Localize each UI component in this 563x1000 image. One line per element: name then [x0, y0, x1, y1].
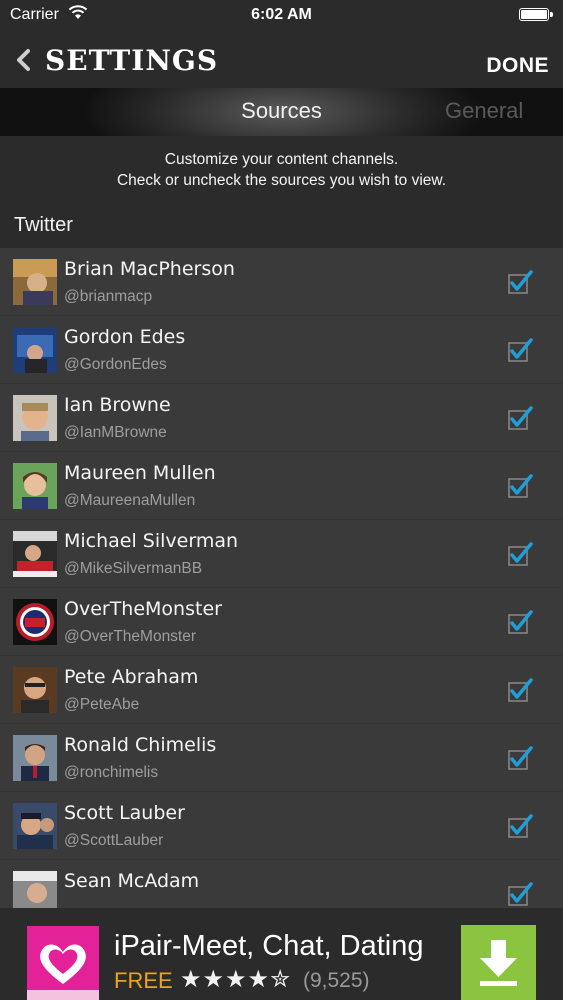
avatar	[13, 871, 57, 908]
ad-banner[interactable]: iPair-Meet, Chat, Dating FREE ★★★★✮ (9,5…	[0, 908, 563, 1000]
source-handle: @MaureenaMullen	[64, 492, 196, 509]
checkbox-checked-icon[interactable]	[507, 405, 533, 431]
checkbox-checked-icon[interactable]	[507, 677, 533, 703]
source-row-overthemonster[interactable]: OverTheMonster @OverTheMonster	[0, 588, 563, 656]
intro-line-1: Customize your content channels.	[164, 151, 399, 168]
source-list: Brian MacPherson @brianmacp Gordon Edes …	[0, 248, 563, 908]
source-handle: @MikeSilvermanBB	[64, 560, 203, 577]
chevron-left-icon[interactable]	[14, 48, 34, 72]
checkbox-checked-icon[interactable]	[507, 473, 533, 499]
source-row-sean-mcadam[interactable]: Sean McAdam	[0, 860, 563, 908]
source-name: Ian Browne	[64, 394, 171, 416]
source-handle: @IanMBrowne	[64, 424, 167, 441]
checkbox-checked-icon[interactable]	[507, 337, 533, 363]
source-name: Gordon Edes	[64, 326, 186, 348]
avatar	[13, 735, 57, 781]
checkbox-checked-icon[interactable]	[507, 881, 533, 907]
app-logo-icon	[27, 926, 99, 1000]
source-handle: @ScottLauber	[64, 832, 164, 849]
checkbox-checked-icon[interactable]	[507, 745, 533, 771]
battery-icon	[519, 8, 553, 21]
download-arrow-icon[interactable]	[461, 925, 536, 1000]
checkbox-checked-icon[interactable]	[507, 609, 533, 635]
tab-general[interactable]: General	[445, 98, 523, 124]
intro-line-2: Check or uncheck the sources you wish to…	[116, 172, 447, 189]
nav-bar: SETTINGS DONE	[0, 30, 563, 88]
source-handle: @OverTheMonster	[64, 628, 197, 645]
avatar	[13, 463, 57, 509]
source-name: Brian MacPherson	[64, 258, 235, 280]
source-name: Sean McAdam	[64, 870, 200, 892]
source-handle: @brianmacp	[64, 288, 153, 305]
source-handle: @ronchimelis	[64, 764, 159, 781]
ad-rating-count: (9,525)	[303, 969, 370, 992]
status-time: 6:02 AM	[251, 6, 312, 23]
avatar	[13, 599, 57, 645]
source-row-scott-lauber[interactable]: Scott Lauber @ScottLauber	[0, 792, 563, 860]
section-title: Twitter	[14, 214, 73, 236]
page-title: SETTINGS	[45, 44, 219, 77]
source-name: Ronald Chimelis	[64, 734, 217, 756]
star-rating-icon: ★★★★✮	[180, 966, 292, 993]
ad-price: FREE	[114, 968, 173, 993]
avatar	[13, 531, 57, 577]
avatar	[13, 803, 57, 849]
avatar	[13, 259, 57, 305]
source-handle: @GordonEdes	[64, 356, 167, 373]
checkbox-checked-icon[interactable]	[507, 813, 533, 839]
avatar	[13, 667, 57, 713]
source-row-ian-browne[interactable]: Ian Browne @IanMBrowne	[0, 384, 563, 452]
checkbox-checked-icon[interactable]	[507, 541, 533, 567]
source-row-maureen-mullen[interactable]: Maureen Mullen @MaureenaMullen	[0, 452, 563, 520]
source-name: Pete Abraham	[64, 666, 199, 688]
source-name: OverTheMonster	[64, 598, 222, 620]
source-row-gordon-edes[interactable]: Gordon Edes @GordonEdes	[0, 316, 563, 384]
source-row-ronald-chimelis[interactable]: Ronald Chimelis @ronchimelis	[0, 724, 563, 792]
source-name: Maureen Mullen	[64, 462, 216, 484]
source-row-michael-silverman[interactable]: Michael Silverman @MikeSilvermanBB	[0, 520, 563, 588]
avatar	[13, 395, 57, 441]
avatar	[13, 327, 57, 373]
checkbox-checked-icon[interactable]	[507, 269, 533, 295]
source-row-brian-macpherson[interactable]: Brian MacPherson @brianmacp	[0, 248, 563, 316]
source-name: Michael Silverman	[64, 530, 239, 552]
intro-text: Customize your content channels. Check o…	[0, 136, 563, 200]
ad-title: iPair-Meet, Chat, Dating	[114, 930, 424, 962]
section-header: Twitter	[0, 200, 563, 248]
status-bar: Carrier 6:02 AM	[0, 0, 563, 30]
segment-tabs: Sources General	[0, 88, 563, 136]
source-row-pete-abraham[interactable]: Pete Abraham @PeteAbe	[0, 656, 563, 724]
source-handle: @PeteAbe	[64, 696, 140, 713]
source-name: Scott Lauber	[64, 802, 185, 824]
done-button[interactable]: DONE	[486, 54, 549, 78]
